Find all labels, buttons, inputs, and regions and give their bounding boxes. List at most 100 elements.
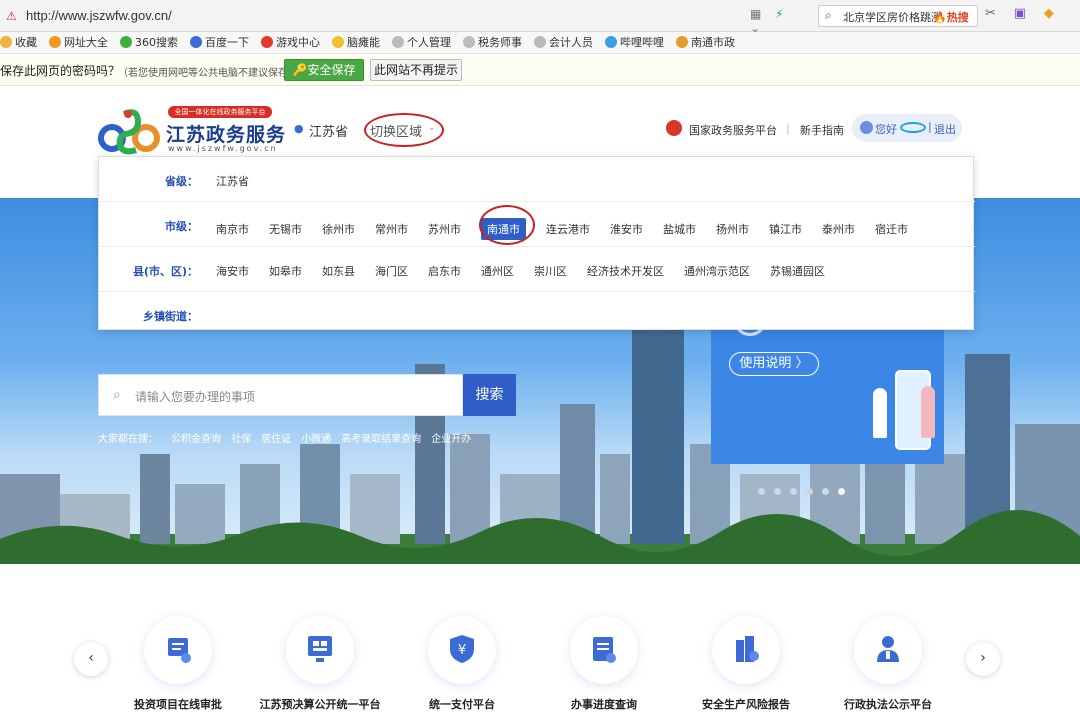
county-option[interactable]: 海安市: [216, 263, 249, 279]
service-icon-circle: [712, 616, 780, 684]
service-icon-circle: ¥: [428, 616, 496, 684]
shield-icon[interactable]: ◆: [1044, 6, 1054, 21]
service-item[interactable]: 投资项目在线审批: [108, 616, 248, 728]
toolbar-icons: ✂ ▣ ◆: [985, 6, 1068, 21]
search-button[interactable]: 搜索: [463, 374, 516, 416]
user-menu[interactable]: 您好 | 退出: [852, 114, 962, 142]
bookmark-item[interactable]: 税务师事: [463, 32, 522, 53]
bookmark-item[interactable]: 网址大全: [49, 32, 108, 53]
logout-link[interactable]: 退出: [934, 121, 956, 137]
bookmark-item[interactable]: 哔哩哔哩: [605, 32, 664, 53]
county-option[interactable]: 经济技术开发区: [587, 263, 664, 279]
bookmark-item[interactable]: 360搜索: [120, 32, 178, 53]
bookmark-item[interactable]: 会计人员: [534, 32, 593, 53]
national-emblem-icon: [666, 120, 682, 136]
switch-region-button[interactable]: 切换区域: [370, 121, 422, 140]
bookmark-label: 哔哩哔哩: [620, 36, 664, 49]
hot-search-link[interactable]: 小微通: [301, 434, 331, 445]
county-option[interactable]: 崇川区: [534, 263, 567, 279]
service-item[interactable]: 行政执法公示平台: [818, 616, 958, 728]
city-label: 市级：: [165, 220, 198, 233]
scissors-icon[interactable]: ✂: [985, 6, 996, 21]
browser-search-text: 北京学区房价格跳涨: [843, 11, 942, 24]
county-option[interactable]: 启东市: [428, 263, 461, 279]
service-item[interactable]: ¥ 统一支付平台: [392, 616, 532, 728]
province-option[interactable]: 江苏省: [216, 173, 249, 189]
bookmark-item[interactable]: 个人管理: [392, 32, 451, 53]
bookmark-item[interactable]: 收藏: [0, 32, 37, 53]
never-prompt-button[interactable]: 此网站不再提示: [370, 59, 462, 81]
password-note: （若您使用网吧等公共电脑不建议保存）: [118, 68, 298, 79]
carousel-dot[interactable]: [790, 488, 797, 495]
bookmark-item[interactable]: 游戏中心: [261, 32, 320, 53]
user-avatar-icon: [860, 121, 873, 134]
bookmark-label: 360搜索: [135, 36, 178, 49]
carousel-dot[interactable]: [822, 488, 829, 495]
city-option[interactable]: 南京市: [216, 221, 249, 237]
address-url[interactable]: http://www.jszwfw.gov.cn/: [26, 8, 172, 23]
guide-link[interactable]: 新手指南: [800, 122, 844, 138]
carousel-dot[interactable]: [774, 488, 781, 495]
search-placeholder: 请输入您要办理的事项: [135, 390, 256, 404]
bookmark-label: 百度一下: [205, 36, 249, 49]
woman-figure-icon: [921, 386, 935, 438]
city-option[interactable]: 连云港市: [546, 221, 590, 237]
hot-search-link[interactable]: 居住证: [261, 434, 291, 445]
site-title[interactable]: 江苏政务服务: [166, 120, 286, 147]
hot-search-link[interactable]: 企业开办: [431, 434, 471, 445]
city-option[interactable]: 苏州市: [428, 221, 461, 237]
bookmark-label: 收藏: [15, 36, 37, 49]
city-option[interactable]: 淮安市: [610, 221, 643, 237]
county-option[interactable]: 海门区: [375, 263, 408, 279]
site-logo-icon[interactable]: [98, 106, 160, 156]
hot-search-link[interactable]: 公积金查询: [171, 434, 221, 445]
service-item[interactable]: 办事进度查询: [534, 616, 674, 728]
grid-icon[interactable]: ▦: [750, 7, 761, 21]
city-option[interactable]: 泰州市: [822, 221, 855, 237]
county-option[interactable]: 如皋市: [269, 263, 302, 279]
bookmark-icon: [534, 36, 546, 48]
bookmark-item[interactable]: 百度一下: [190, 32, 249, 53]
bookmark-item[interactable]: 南通市政: [676, 32, 735, 53]
city-option[interactable]: 镇江市: [769, 221, 802, 237]
service-item[interactable]: 江苏预决算公开统一平台: [250, 616, 390, 728]
carousel-dot[interactable]: [806, 488, 813, 495]
city-option[interactable]: 扬州市: [716, 221, 749, 237]
user-separator: |: [928, 120, 932, 133]
hero-search: ⌕ 请输入您要办理的事项 搜索: [98, 374, 516, 416]
lightning-icon[interactable]: ⚡: [775, 7, 783, 21]
service-icon-circle: [570, 616, 638, 684]
county-option[interactable]: 如东县: [322, 263, 355, 279]
hot-search-link[interactable]: 高考录取结果查询: [341, 434, 421, 445]
bookmark-icon: [332, 36, 344, 48]
redacted-username: [900, 122, 926, 133]
safety-icon: [736, 636, 759, 662]
county-option[interactable]: 通州区: [481, 263, 514, 279]
county-option[interactable]: 通州湾示范区: [684, 263, 750, 279]
prev-arrow-button[interactable]: ‹: [74, 642, 108, 676]
city-option[interactable]: 徐州市: [322, 221, 355, 237]
city-option[interactable]: 盐城市: [663, 221, 696, 237]
carousel-dot-active[interactable]: [838, 488, 845, 495]
bookmark-label: 网址大全: [64, 36, 108, 49]
bookmark-item[interactable]: 脑瘫能: [332, 32, 380, 53]
promo-panel[interactable]: 使用说明 〉: [711, 318, 944, 464]
search-icon: ⌕: [825, 8, 832, 22]
safe-save-button[interactable]: 🔑安全保存: [284, 59, 364, 81]
county-option[interactable]: 苏锡通园区: [770, 263, 825, 279]
service-item[interactable]: 安全生产风险报告: [676, 616, 816, 728]
hot-search-link[interactable]: 社保: [231, 434, 251, 445]
browser-search-box[interactable]: ⌕ 北京学区房价格跳涨 🔥热搜: [818, 5, 978, 27]
location-pin-icon: ●: [294, 122, 304, 135]
city-option[interactable]: 常州市: [375, 221, 408, 237]
bookmark-icon: [190, 36, 202, 48]
service-search-input[interactable]: ⌕ 请输入您要办理的事项: [98, 374, 463, 416]
carousel-dot[interactable]: [758, 488, 765, 495]
usage-guide-button[interactable]: 使用说明 〉: [729, 352, 819, 376]
translate-icon[interactable]: ▣: [1014, 6, 1026, 21]
next-arrow-button[interactable]: ›: [966, 642, 1000, 676]
city-option[interactable]: 无锡市: [269, 221, 302, 237]
city-option[interactable]: 宿迁市: [875, 221, 908, 237]
service-label: 行政执法公示平台: [844, 698, 932, 711]
national-platform-link[interactable]: 国家政务服务平台: [689, 122, 777, 138]
